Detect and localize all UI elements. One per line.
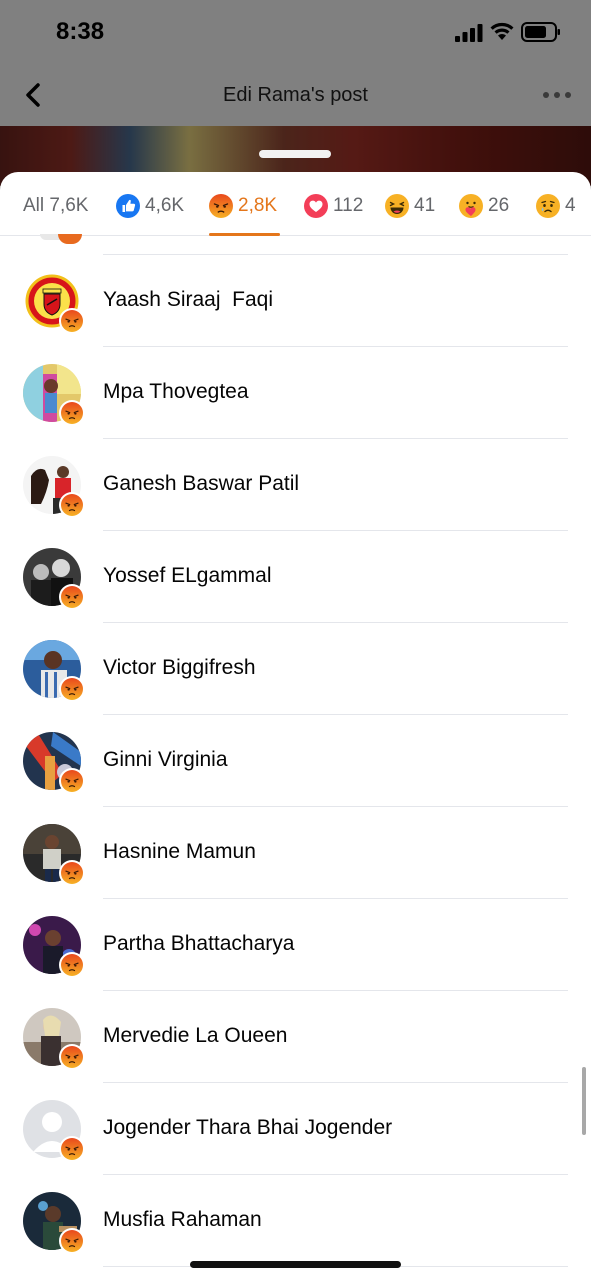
tab-sad-count: 4 xyxy=(565,195,576,216)
angry-reaction-badge xyxy=(59,308,85,334)
person-name[interactable]: Ganesh Baswar Patil xyxy=(103,472,299,496)
list-item[interactable]: Musfia Rahaman xyxy=(0,1175,591,1267)
angry-icon xyxy=(61,1046,83,1068)
list-item[interactable]: Ganesh Baswar Patil xyxy=(0,439,591,531)
tab-all[interactable]: All 7,6K xyxy=(23,192,88,220)
avatar[interactable] xyxy=(23,272,85,334)
list-item-partial xyxy=(0,234,591,255)
person-name[interactable]: Mpa Thovegtea xyxy=(103,380,249,404)
tab-like[interactable]: 4,6K xyxy=(116,192,184,220)
angry-icon xyxy=(61,402,83,424)
avatar[interactable] xyxy=(23,640,85,702)
angry-icon xyxy=(61,770,83,792)
angry-icon xyxy=(61,1138,83,1160)
avatar[interactable] xyxy=(23,824,85,886)
avatar[interactable] xyxy=(23,1192,85,1254)
angry-icon xyxy=(61,862,83,884)
more-options-icon[interactable] xyxy=(540,82,574,108)
angry-icon xyxy=(61,1230,83,1252)
status-time: 8:38 xyxy=(56,18,105,45)
person-name[interactable]: Partha Bhattacharya xyxy=(103,932,294,956)
list-item[interactable]: Yaash Siraaj Faqi xyxy=(0,255,591,347)
list-item[interactable]: Mpa Thovegtea xyxy=(0,347,591,439)
list-item[interactable]: Yossef ELgammal xyxy=(0,531,591,623)
tab-all-label: All 7,6K xyxy=(23,195,89,216)
avatar[interactable] xyxy=(23,732,85,794)
scrollbar[interactable] xyxy=(582,1067,586,1135)
list-item[interactable]: Ginni Virginia xyxy=(0,715,591,807)
list-item[interactable]: Victor Biggifresh xyxy=(0,623,591,715)
angry-icon xyxy=(61,678,83,700)
list-item[interactable]: Hasnine Mamun xyxy=(0,807,591,899)
angry-reaction-badge xyxy=(59,768,85,794)
tab-angry-count: 2,8K xyxy=(238,195,278,216)
angry-icon xyxy=(61,586,83,608)
reaction-tabs: All 7,6K 4,6K 2,8K 112 41 26 4 xyxy=(0,172,591,236)
sad-icon xyxy=(536,194,560,218)
angry-icon xyxy=(61,494,83,516)
person-name[interactable]: Musfia Rahaman xyxy=(103,1208,262,1232)
person-name[interactable]: Hasnine Mamun xyxy=(103,840,256,864)
cellular-signal-icon xyxy=(455,24,483,42)
list-item[interactable]: Jogender Thara Bhai Jogender xyxy=(0,1083,591,1175)
avatar[interactable] xyxy=(23,456,85,518)
tab-haha-count: 41 xyxy=(414,195,436,216)
avatar[interactable] xyxy=(23,916,85,978)
sheet-drag-handle[interactable] xyxy=(259,150,331,158)
list-item[interactable]: Partha Bhattacharya xyxy=(0,899,591,991)
angry-icon xyxy=(61,954,83,976)
person-name[interactable]: Yossef ELgammal xyxy=(103,564,271,588)
angry-icon xyxy=(61,310,83,332)
angry-reaction-badge xyxy=(59,676,85,702)
angry-reaction-badge xyxy=(59,584,85,610)
tab-angry[interactable]: 2,8K xyxy=(209,192,277,220)
tab-care[interactable]: 26 xyxy=(459,192,509,220)
person-name[interactable]: Ginni Virginia xyxy=(103,748,228,772)
tab-like-count: 4,6K xyxy=(145,195,185,216)
angry-badge-partial xyxy=(58,234,82,244)
haha-icon xyxy=(385,194,409,218)
angry-reaction-badge xyxy=(59,1228,85,1254)
tab-love[interactable]: 112 xyxy=(304,192,363,220)
wifi-icon xyxy=(490,22,514,40)
tab-care-count: 26 xyxy=(488,195,510,216)
person-name[interactable]: Mervedie La Oueen xyxy=(103,1024,287,1048)
person-name[interactable]: Yaash Siraaj Faqi xyxy=(103,288,273,312)
avatar[interactable] xyxy=(23,1008,85,1070)
avatar[interactable] xyxy=(23,364,85,426)
navigation-bar: Edi Rama's post xyxy=(0,64,591,126)
angry-reaction-badge xyxy=(59,860,85,886)
page-title: Edi Rama's post xyxy=(223,84,368,106)
angry-reaction-badge xyxy=(59,400,85,426)
avatar[interactable] xyxy=(23,1100,85,1162)
person-name[interactable]: Victor Biggifresh xyxy=(103,656,256,680)
status-bar: 8:38 xyxy=(0,0,591,64)
love-icon xyxy=(304,194,328,218)
tab-haha[interactable]: 41 xyxy=(385,192,435,220)
angry-reaction-badge xyxy=(59,1136,85,1162)
reactions-sheet: All 7,6K 4,6K 2,8K 112 41 26 4 Yaash Sir… xyxy=(0,172,591,1280)
battery-icon xyxy=(521,22,560,42)
care-icon xyxy=(459,194,483,218)
avatar[interactable] xyxy=(23,548,85,610)
home-indicator[interactable] xyxy=(190,1261,401,1268)
person-name[interactable]: Jogender Thara Bhai Jogender xyxy=(103,1116,392,1140)
angry-icon xyxy=(209,194,233,218)
angry-reaction-badge xyxy=(59,1044,85,1070)
angry-reaction-badge xyxy=(59,952,85,978)
list-item[interactable]: Mervedie La Oueen xyxy=(0,991,591,1083)
like-icon xyxy=(116,194,140,218)
tab-love-count: 112 xyxy=(333,195,364,216)
angry-reaction-badge xyxy=(59,492,85,518)
tab-sad[interactable]: 4 xyxy=(536,192,576,220)
